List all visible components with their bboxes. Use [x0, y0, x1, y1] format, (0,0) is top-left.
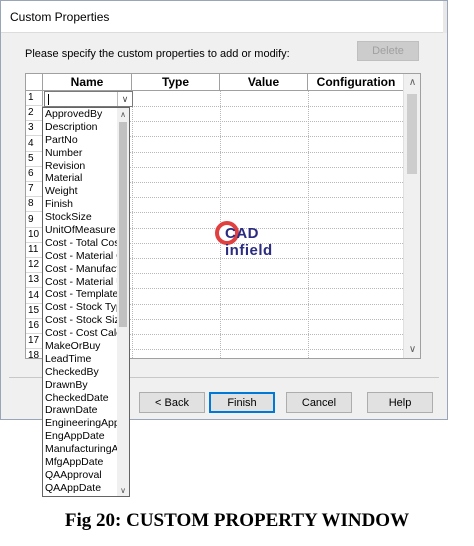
column-header-value[interactable]: Value [220, 74, 308, 91]
row-number[interactable]: 18 [26, 349, 43, 358]
row-number[interactable]: 8 [26, 197, 43, 213]
row-number[interactable]: 1 [26, 91, 43, 106]
property-name-dropdown[interactable]: ApprovedBy Description PartNo Number Revisio… [42, 107, 130, 497]
dropdown-item[interactable]: EngineeringApproval [43, 417, 117, 430]
row-number[interactable]: 10 [26, 227, 43, 243]
row-number[interactable]: 11 [26, 243, 43, 258]
row-header-corner [26, 74, 43, 91]
title-bar: Custom Properties [1, 1, 447, 33]
scroll-up-icon[interactable]: ∧ [404, 74, 420, 91]
cadinfield-logo: CAD infield [215, 219, 305, 259]
row-number[interactable]: 13 [26, 273, 43, 289]
dropdown-item[interactable]: Number [43, 147, 117, 160]
instruction-text: Please specify the custom properties to … [25, 48, 290, 60]
chevron-down-icon[interactable]: ∨ [117, 92, 132, 106]
dropdown-item[interactable]: Cost - Cost Calc [43, 327, 117, 340]
dropdown-item[interactable]: MfgAppDate [43, 456, 117, 469]
dropdown-item[interactable]: Description [43, 121, 117, 134]
dropdown-item[interactable]: QAApproval [43, 469, 117, 482]
dropdown-item[interactable]: Material [43, 172, 117, 185]
dropdown-item[interactable]: Cost - Material Used [43, 276, 117, 289]
row-number[interactable]: 14 [26, 288, 43, 304]
row-number[interactable]: 15 [26, 303, 43, 319]
row-number[interactable]: 16 [26, 319, 43, 334]
dropdown-item[interactable]: ApprovedBy [43, 108, 117, 121]
scroll-down-icon[interactable]: ∨ [404, 341, 420, 358]
dropdown-item[interactable]: QAAppDate [43, 482, 117, 495]
watermark-text: CAD infield [225, 225, 273, 259]
scrollbar-thumb[interactable] [407, 94, 417, 174]
dropdown-item[interactable]: ManufacturingApproval [43, 443, 117, 456]
row-number[interactable]: 6 [26, 167, 43, 182]
scroll-up-icon[interactable]: ∧ [117, 108, 129, 120]
name-edit-cell[interactable]: ∨ [44, 91, 133, 107]
row-number[interactable]: 7 [26, 182, 43, 198]
delete-button[interactable]: Delete [357, 41, 419, 61]
dropdown-item[interactable]: Cost - Stock Type [43, 301, 117, 314]
help-button[interactable]: Help [367, 392, 433, 413]
window-title: Custom Properties [10, 10, 110, 24]
dropdown-item[interactable]: Revision [43, 160, 117, 173]
dropdown-item[interactable]: CheckedDate [43, 392, 117, 405]
cancel-button[interactable]: Cancel [286, 392, 352, 413]
dropdown-item[interactable]: CheckedBy [43, 366, 117, 379]
dropdown-item[interactable]: Cost - Template [43, 288, 117, 301]
dropdown-item[interactable]: Cost - Manufacturing Cost [43, 263, 117, 276]
title-bar-edge [443, 1, 447, 33]
dropdown-item[interactable]: EngAppDate [43, 430, 117, 443]
dropdown-item[interactable]: Cost - Stock Size [43, 314, 117, 327]
dropdown-item[interactable]: Weight [43, 185, 117, 198]
row-number[interactable]: 12 [26, 258, 43, 274]
dropdown-scrollbar[interactable]: ∧ ∨ [117, 108, 129, 496]
dropdown-scrollbar-thumb[interactable] [119, 122, 127, 327]
figure-caption: Fig 20: CUSTOM PROPERTY WINDOW [64, 510, 410, 531]
column-header-type[interactable]: Type [132, 74, 220, 91]
dropdown-item[interactable]: PartNo [43, 134, 117, 147]
grid-vertical-scrollbar[interactable]: ∧ ∨ [403, 74, 420, 358]
dropdown-item[interactable]: Cost - Total Cost [43, 237, 117, 250]
dropdown-item[interactable]: LeadTime [43, 353, 117, 366]
back-button[interactable]: < Back [139, 392, 205, 413]
row-number[interactable]: 2 [26, 106, 43, 122]
row-number[interactable]: 5 [26, 151, 43, 167]
row-number[interactable]: 4 [26, 136, 43, 152]
column-header-name[interactable]: Name [43, 74, 132, 91]
dropdown-item[interactable]: DrawnDate [43, 404, 117, 417]
dropdown-item[interactable]: UnitOfMeasure [43, 224, 117, 237]
column-header-configuration[interactable]: Configuration [308, 74, 405, 91]
scroll-down-icon[interactable]: ∨ [117, 484, 129, 496]
row-number[interactable]: 17 [26, 334, 43, 350]
dropdown-item[interactable]: StockSize [43, 211, 117, 224]
dropdown-item[interactable]: DrawnBy [43, 379, 117, 392]
dropdown-item[interactable]: Finish [43, 198, 117, 211]
dropdown-item[interactable]: MakeOrBuy [43, 340, 117, 353]
row-number[interactable]: 9 [26, 212, 43, 228]
dropdown-item[interactable]: Cost - Material Cost [43, 250, 117, 263]
text-caret [48, 94, 49, 105]
row-number[interactable]: 3 [26, 121, 43, 137]
finish-button[interactable]: Finish [209, 392, 275, 413]
